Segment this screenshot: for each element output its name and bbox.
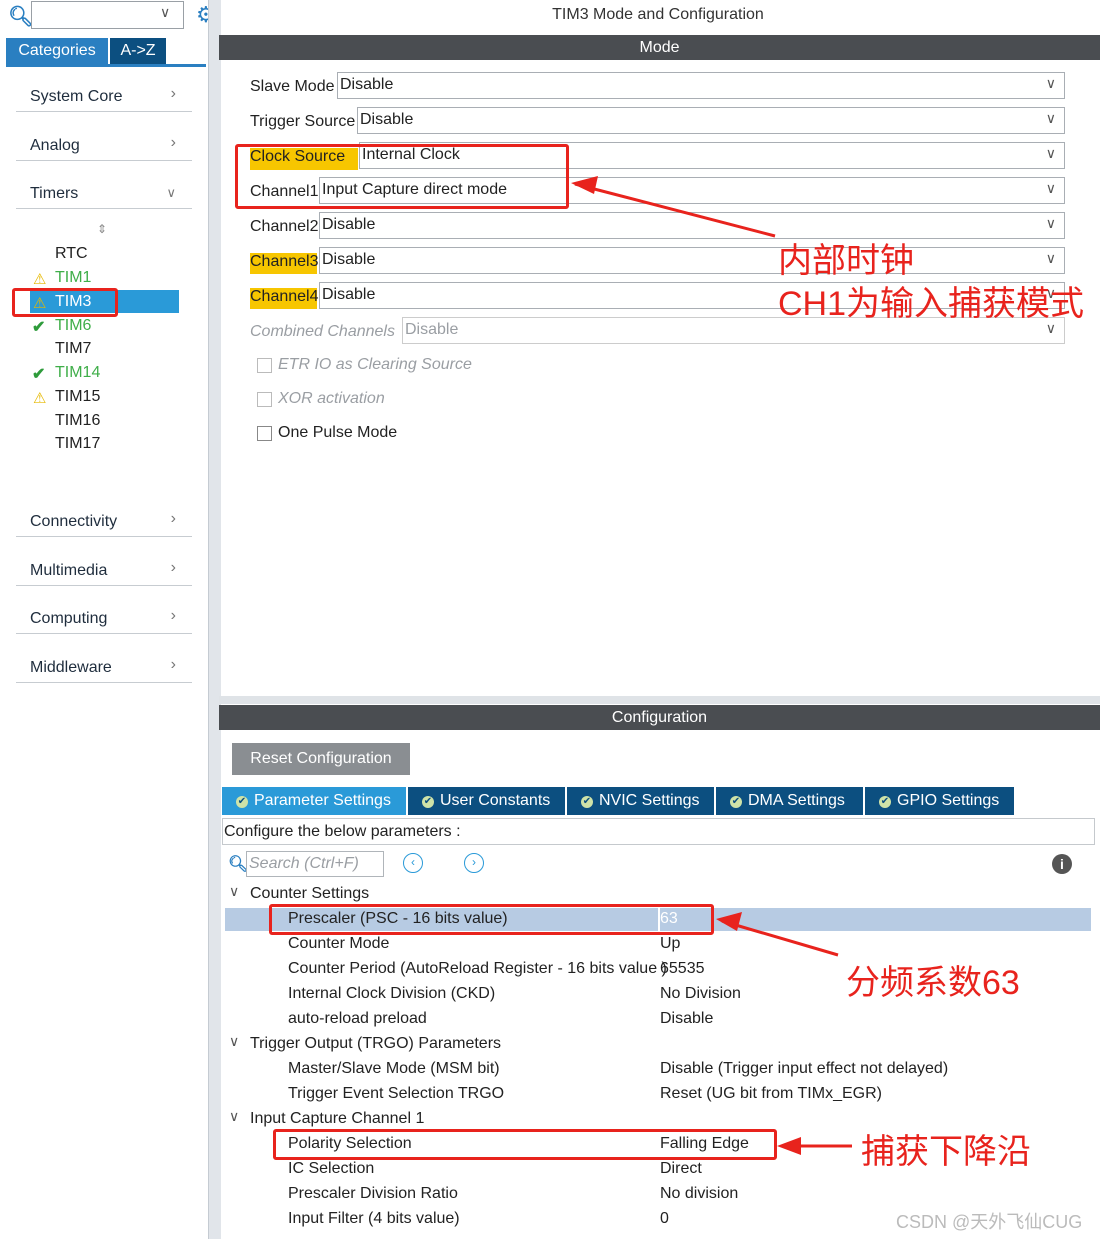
- annotation-text-psc: 分频系数63: [846, 964, 1020, 1002]
- arrow-prescaler: [721, 919, 839, 957]
- arrow-clock: [574, 182, 776, 238]
- annotation-arrows: [571, 176, 852, 1155]
- annotation-text-clock: 内部时钟: [778, 242, 914, 280]
- arrowhead: [716, 912, 742, 931]
- watermark: CSDN @天外飞仙CUG: [896, 1212, 1083, 1232]
- annotation-text-ch1: CH1为输入捕获模式: [778, 285, 1085, 323]
- annotation-text-falling: 捕获下降沿: [861, 1133, 1031, 1171]
- arrowhead: [777, 1137, 801, 1155]
